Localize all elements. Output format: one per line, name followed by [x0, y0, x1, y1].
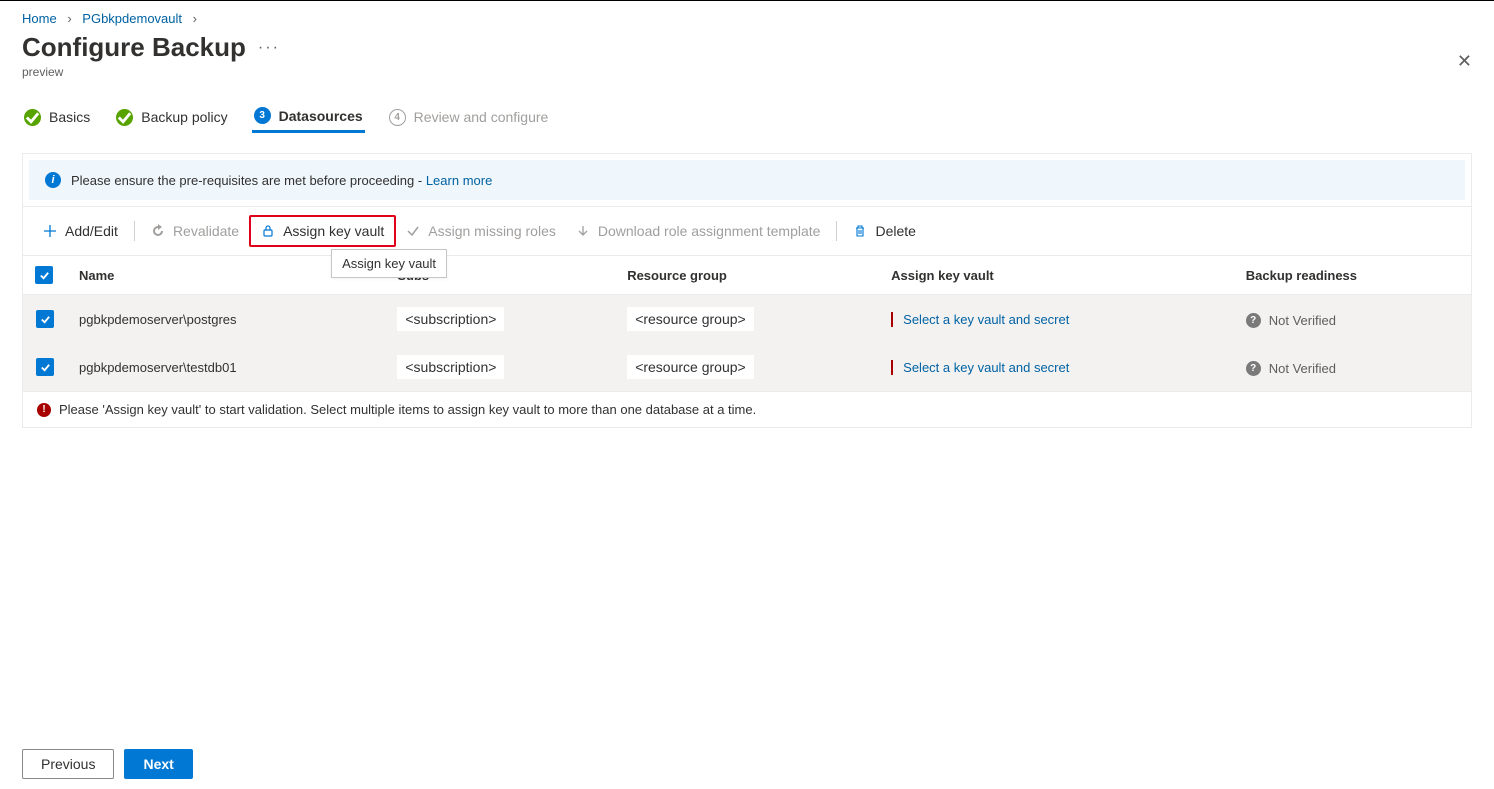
page-subtitle: preview [22, 65, 1472, 79]
select-all-checkbox[interactable] [23, 256, 67, 295]
question-icon: ? [1246, 313, 1261, 328]
download-icon [576, 224, 590, 238]
lock-icon [261, 224, 275, 238]
col-backup-readiness[interactable]: Backup readiness [1234, 256, 1471, 295]
tab-label: Review and configure [414, 109, 549, 125]
page-title: Configure Backup [22, 32, 246, 63]
toolbar: Add/Edit Revalidate Assign key vault Ass… [23, 206, 1471, 255]
next-button[interactable]: Next [124, 749, 192, 779]
separator [134, 221, 135, 241]
learn-more-link[interactable]: Learn more [426, 173, 492, 188]
chevron-right-icon: › [67, 11, 71, 26]
step-number-icon: 4 [389, 109, 406, 126]
table-row[interactable]: pgbkpdemoserver\testdb01 <subscription> … [23, 343, 1471, 391]
validation-message: ! Please 'Assign key vault' to start val… [23, 391, 1471, 427]
step-number-icon: 3 [254, 107, 271, 124]
readiness-label: Not Verified [1269, 361, 1336, 376]
check-icon [24, 109, 41, 126]
download-template-button: Download role assignment template [566, 217, 831, 245]
close-icon[interactable]: ✕ [1457, 51, 1472, 72]
delete-button[interactable]: Delete [843, 217, 925, 245]
tab-review: 4 Review and configure [387, 101, 551, 133]
chevron-right-icon: › [193, 11, 197, 26]
datasources-table: Name Subs Resource group Assign key vaul… [23, 255, 1471, 391]
previous-button[interactable]: Previous [22, 749, 114, 779]
toolbar-label: Delete [875, 223, 915, 239]
datasources-panel: i Please ensure the pre-requisites are m… [22, 153, 1472, 428]
breadcrumb: Home › PGbkpdemovault › [22, 1, 1472, 32]
toolbar-label: Add/Edit [65, 223, 118, 239]
tab-basics[interactable]: Basics [22, 101, 92, 133]
toolbar-label: Assign missing roles [428, 223, 556, 239]
check-icon [116, 109, 133, 126]
cell-name: pgbkpdemoserver\testdb01 [67, 343, 385, 391]
more-icon[interactable]: ··· [258, 39, 280, 57]
breadcrumb-home[interactable]: Home [22, 11, 57, 26]
toolbar-label: Assign key vault [283, 223, 384, 239]
col-assign-key-vault[interactable]: Assign key vault [879, 256, 1234, 295]
toolbar-label: Revalidate [173, 223, 239, 239]
cell-resource-group: <resource group> [627, 307, 754, 331]
cell-subscription: <subscription> [397, 355, 504, 379]
info-banner: i Please ensure the pre-requisites are m… [29, 160, 1465, 200]
wizard-tabs: Basics Backup policy 3 Datasources 4 Rev… [22, 101, 1472, 133]
select-key-vault-link[interactable]: Select a key vault and secret [891, 312, 1069, 327]
table-row[interactable]: pgbkpdemoserver\postgres <subscription> … [23, 295, 1471, 344]
footer: Previous Next [22, 749, 193, 779]
cell-resource-group: <resource group> [627, 355, 754, 379]
col-resource-group[interactable]: Resource group [615, 256, 879, 295]
tab-label: Basics [49, 109, 90, 125]
revalidate-button: Revalidate [141, 217, 249, 245]
cell-subscription: <subscription> [397, 307, 504, 331]
cell-readiness: ? Not Verified [1246, 313, 1336, 328]
cell-name: pgbkpdemoserver\postgres [67, 295, 385, 344]
add-edit-button[interactable]: Add/Edit [33, 217, 128, 245]
trash-icon [853, 224, 867, 238]
question-icon: ? [1246, 361, 1261, 376]
refresh-icon [151, 224, 165, 238]
info-icon: i [45, 172, 61, 188]
check-icon [406, 224, 420, 238]
breadcrumb-vault[interactable]: PGbkpdemovault [82, 11, 182, 26]
error-icon: ! [37, 403, 51, 417]
info-text: Please ensure the pre-requisites are met… [71, 173, 422, 188]
assign-key-vault-button[interactable]: Assign key vault Assign key vault [249, 215, 396, 247]
select-key-vault-link[interactable]: Select a key vault and secret [891, 360, 1069, 375]
tab-datasources[interactable]: 3 Datasources [252, 101, 365, 133]
row-checkbox[interactable] [36, 310, 54, 328]
tab-label: Datasources [279, 108, 363, 124]
separator [836, 221, 837, 241]
plus-icon [43, 224, 57, 238]
validation-text: Please 'Assign key vault' to start valid… [59, 402, 756, 417]
readiness-label: Not Verified [1269, 313, 1336, 328]
cell-readiness: ? Not Verified [1246, 361, 1336, 376]
tab-label: Backup policy [141, 109, 227, 125]
assign-missing-roles-button: Assign missing roles [396, 217, 566, 245]
toolbar-label: Download role assignment template [598, 223, 821, 239]
tab-backup-policy[interactable]: Backup policy [114, 101, 229, 133]
row-checkbox[interactable] [36, 358, 54, 376]
tooltip: Assign key vault [331, 249, 447, 278]
